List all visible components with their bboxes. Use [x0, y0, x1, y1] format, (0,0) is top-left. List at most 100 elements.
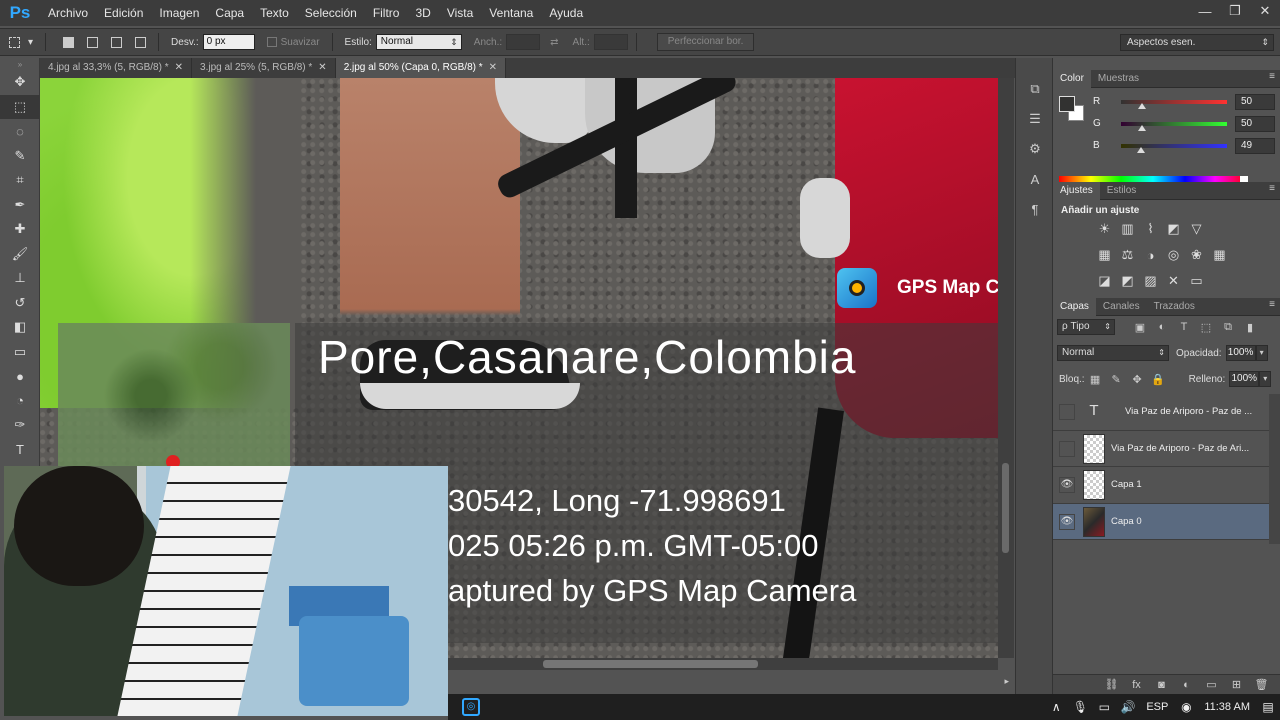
tab-4jpg[interactable]: 4.jpg al 33,3% (5, RGB/8) * ✕: [40, 58, 193, 78]
color-lookup-icon[interactable]: ▦: [1208, 244, 1231, 266]
menu-texto[interactable]: Texto: [252, 0, 297, 26]
menu-ventana[interactable]: Ventana: [481, 0, 541, 26]
new-adjustment-icon[interactable]: ◐: [1174, 679, 1199, 691]
menu-ayuda[interactable]: Ayuda: [541, 0, 591, 26]
minimize-button[interactable]: —: [1190, 0, 1220, 22]
volume-icon[interactable]: 🔊: [1116, 700, 1140, 714]
lock-all-icon[interactable]: 🔒: [1148, 373, 1169, 386]
network-icon[interactable]: ▭: [1092, 700, 1116, 714]
fill-value[interactable]: 100%: [1229, 371, 1260, 387]
style-select[interactable]: Normal: [375, 34, 462, 50]
fill-arrow-icon[interactable]: ▾: [1259, 371, 1272, 387]
tab-3jpg[interactable]: 3.jpg al 25% (5, RGB/8) * ✕: [192, 58, 336, 78]
layer-row[interactable]: T Via Paz de Ariporo - Paz de ...: [1053, 394, 1269, 431]
dodge-tool-icon[interactable]: ◔: [0, 389, 40, 414]
microphone-icon[interactable]: 🎙: [1068, 700, 1092, 714]
blue-slider[interactable]: B 49: [1093, 138, 1275, 156]
green-value[interactable]: 50: [1235, 116, 1275, 132]
lock-pixels-icon[interactable]: ✎: [1106, 373, 1127, 386]
panel-menu-icon[interactable]: ≡: [1269, 299, 1275, 310]
tab-styles[interactable]: Estilos: [1100, 182, 1143, 200]
gradient-map-icon[interactable]: ▭: [1185, 270, 1208, 292]
new-group-icon[interactable]: ▭: [1199, 678, 1224, 691]
selective-color-icon[interactable]: ✕: [1162, 270, 1185, 292]
blur-tool-icon[interactable]: ●: [0, 364, 40, 389]
properties-panel-icon[interactable]: ☰: [1016, 104, 1054, 134]
photo-filter-icon[interactable]: ◎: [1162, 244, 1185, 266]
levels-icon[interactable]: ▥: [1116, 218, 1139, 240]
close-icon[interactable]: ✕: [318, 62, 326, 73]
notification-icon[interactable]: ▤: [1256, 700, 1280, 714]
close-icon[interactable]: ✕: [489, 62, 497, 73]
lock-transparency-icon[interactable]: ▦: [1085, 373, 1106, 386]
layer-kind-filter[interactable]: ρ Tipo: [1057, 319, 1115, 335]
meet-icon[interactable]: ◉: [1174, 700, 1198, 714]
trash-icon[interactable]: 🗑: [1249, 678, 1274, 691]
add-mask-icon[interactable]: ◙: [1149, 679, 1174, 691]
workspace-select[interactable]: Aspectos esen.: [1120, 34, 1274, 51]
vibrance-icon[interactable]: ▽: [1185, 218, 1208, 240]
width-input[interactable]: [506, 34, 541, 50]
healing-brush-tool-icon[interactable]: ✚: [0, 217, 40, 242]
crop-tool-icon[interactable]: ⌗: [0, 168, 40, 193]
menu-3d[interactable]: 3D: [407, 0, 438, 26]
red-thumb[interactable]: [1137, 103, 1146, 109]
move-tool-icon[interactable]: ✥: [0, 70, 40, 95]
lasso-tool-icon[interactable]: ◌: [0, 119, 40, 144]
clone-stamp-tool-icon[interactable]: ⊥: [0, 266, 40, 291]
gradient-tool-icon[interactable]: ▭: [0, 340, 40, 365]
filter-toggle-icon[interactable]: ▮: [1239, 321, 1261, 334]
filter-adjustment-icon[interactable]: ◐: [1151, 321, 1173, 333]
foreground-color-swatch[interactable]: [1059, 96, 1075, 112]
canvas-horizontal-scrollbar[interactable]: [448, 658, 998, 670]
close-button[interactable]: ✕: [1250, 0, 1280, 22]
threshold-icon[interactable]: ▨: [1139, 270, 1162, 292]
menu-edicion[interactable]: Edición: [96, 0, 151, 26]
visibility-toggle[interactable]: [1059, 404, 1075, 420]
menu-capa[interactable]: Capa: [207, 0, 252, 26]
add-to-selection-icon[interactable]: [82, 33, 102, 51]
brush-panel-icon[interactable]: ⚙: [1016, 134, 1054, 164]
new-selection-icon[interactable]: [58, 33, 78, 51]
layer-row[interactable]: 👁 Capa 1: [1053, 467, 1269, 504]
menu-archivo[interactable]: Archivo: [40, 0, 96, 26]
antialias-checkbox[interactable]: [266, 37, 277, 47]
pen-tool-icon[interactable]: ✑: [0, 413, 40, 438]
status-arrow-icon[interactable]: ▸: [1004, 676, 1009, 687]
tool-preset-arrow-icon[interactable]: ▾: [28, 37, 33, 48]
language-indicator[interactable]: ESP: [1146, 701, 1168, 713]
intersect-selection-icon[interactable]: [130, 33, 150, 51]
opacity-value[interactable]: 100%: [1225, 345, 1256, 361]
swap-icon[interactable]: ⇄: [550, 37, 558, 48]
link-layers-icon[interactable]: ⛓: [1099, 678, 1124, 691]
marquee-tool-preset-icon[interactable]: [4, 33, 24, 51]
blue-value[interactable]: 49: [1235, 138, 1275, 154]
green-slider[interactable]: G 50: [1093, 116, 1275, 134]
quick-selection-tool-icon[interactable]: ✎: [0, 144, 40, 169]
scroll-thumb[interactable]: [543, 660, 758, 668]
feather-input[interactable]: 0 px: [202, 34, 255, 50]
new-layer-icon[interactable]: ⊞: [1224, 678, 1249, 691]
visibility-toggle[interactable]: [1059, 440, 1075, 457]
eye-icon[interactable]: 👁: [1059, 513, 1075, 530]
tab-layers[interactable]: Capas: [1053, 297, 1096, 316]
blue-thumb[interactable]: [1137, 147, 1146, 153]
lock-position-icon[interactable]: ✥: [1127, 373, 1148, 386]
layer-style-icon[interactable]: fx: [1124, 679, 1149, 691]
layer-row[interactable]: 👁 Capa 0: [1053, 503, 1269, 540]
blend-mode-select[interactable]: Normal: [1057, 345, 1169, 361]
refine-edge-button[interactable]: Perfeccionar bor.: [656, 33, 755, 51]
hue-saturation-icon[interactable]: ▦: [1093, 244, 1116, 266]
filter-shape-icon[interactable]: ⬚: [1195, 321, 1217, 334]
restore-button[interactable]: ❐: [1220, 0, 1250, 22]
opacity-arrow-icon[interactable]: ▾: [1255, 345, 1268, 361]
close-icon[interactable]: ✕: [175, 62, 183, 73]
panel-menu-icon[interactable]: ≡: [1269, 71, 1275, 82]
character-panel-icon[interactable]: A: [1016, 164, 1054, 194]
menu-filtro[interactable]: Filtro: [365, 0, 408, 26]
type-tool-icon[interactable]: T: [0, 438, 40, 463]
tab-channels[interactable]: Canales: [1096, 298, 1147, 316]
eraser-tool-icon[interactable]: ◧: [0, 315, 40, 340]
subtract-from-selection-icon[interactable]: [106, 33, 126, 51]
menu-seleccion[interactable]: Selección: [297, 0, 365, 26]
